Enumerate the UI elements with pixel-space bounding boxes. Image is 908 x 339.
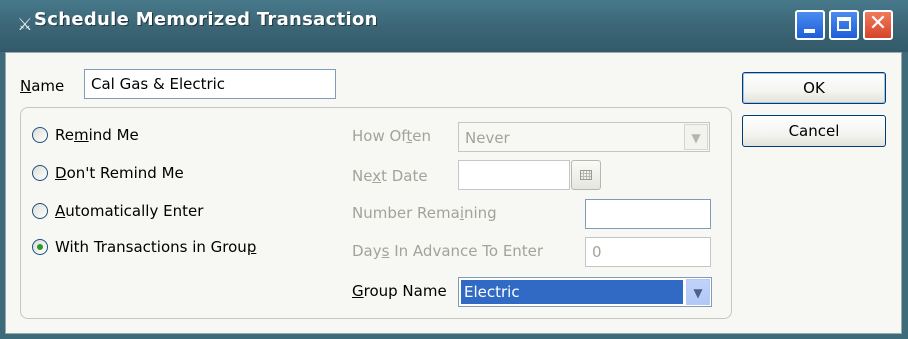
with-transactions-in-group-label[interactable]: With Transactions in Group (55, 238, 256, 256)
remind-me-radio[interactable] (32, 127, 48, 143)
with-transactions-in-group-radio[interactable] (32, 239, 48, 255)
days-in-advance-input[interactable]: 0 (585, 237, 711, 267)
calendar-icon (580, 170, 592, 180)
chevron-down-icon[interactable]: ▼ (684, 124, 708, 150)
minimize-button[interactable] (795, 10, 825, 40)
how-often-value: Never (465, 129, 510, 147)
maximize-button[interactable] (829, 10, 859, 40)
minimize-icon (804, 29, 815, 33)
cancel-button[interactable]: Cancel (742, 115, 886, 147)
automatically-enter-radio[interactable] (32, 203, 48, 219)
dialog-body: Name Cal Gas & Electric Remind Me Don't … (5, 52, 902, 334)
remind-me-label[interactable]: Remind Me (55, 126, 139, 144)
maximize-icon (837, 17, 851, 31)
close-icon: ✕ (868, 11, 888, 36)
group-name-value: Electric (461, 280, 683, 304)
close-button[interactable]: ✕ (863, 10, 893, 40)
dont-remind-me-label[interactable]: Don't Remind Me (55, 164, 184, 182)
how-often-dropdown[interactable]: Never ▼ (458, 122, 710, 152)
days-in-advance-label: Days In Advance To Enter (352, 242, 544, 260)
next-date-input[interactable] (458, 160, 570, 190)
chevron-down-icon[interactable]: ▼ (686, 279, 710, 305)
pin-icon: ⚔ (17, 15, 33, 35)
group-name-dropdown[interactable]: Electric ▼ (458, 277, 712, 307)
group-name-label: Group Name (352, 282, 447, 300)
schedule-memorized-transaction-window: ⚔ Schedule Memorized Transaction ✕ Name … (0, 0, 908, 339)
next-date-label: Next Date (352, 167, 428, 185)
number-remaining-input[interactable] (585, 199, 711, 229)
window-title: Schedule Memorized Transaction (34, 9, 378, 30)
name-input[interactable]: Cal Gas & Electric (84, 69, 336, 99)
dont-remind-me-radio[interactable] (32, 165, 48, 181)
how-often-label: How Often (352, 127, 431, 145)
automatically-enter-label[interactable]: Automatically Enter (55, 202, 203, 220)
title-bar[interactable]: ⚔ Schedule Memorized Transaction ✕ (0, 0, 908, 52)
number-remaining-label: Number Remaining (352, 204, 497, 222)
name-label: Name (20, 77, 65, 95)
calendar-button[interactable] (571, 160, 601, 190)
ok-button[interactable]: OK (742, 72, 886, 104)
